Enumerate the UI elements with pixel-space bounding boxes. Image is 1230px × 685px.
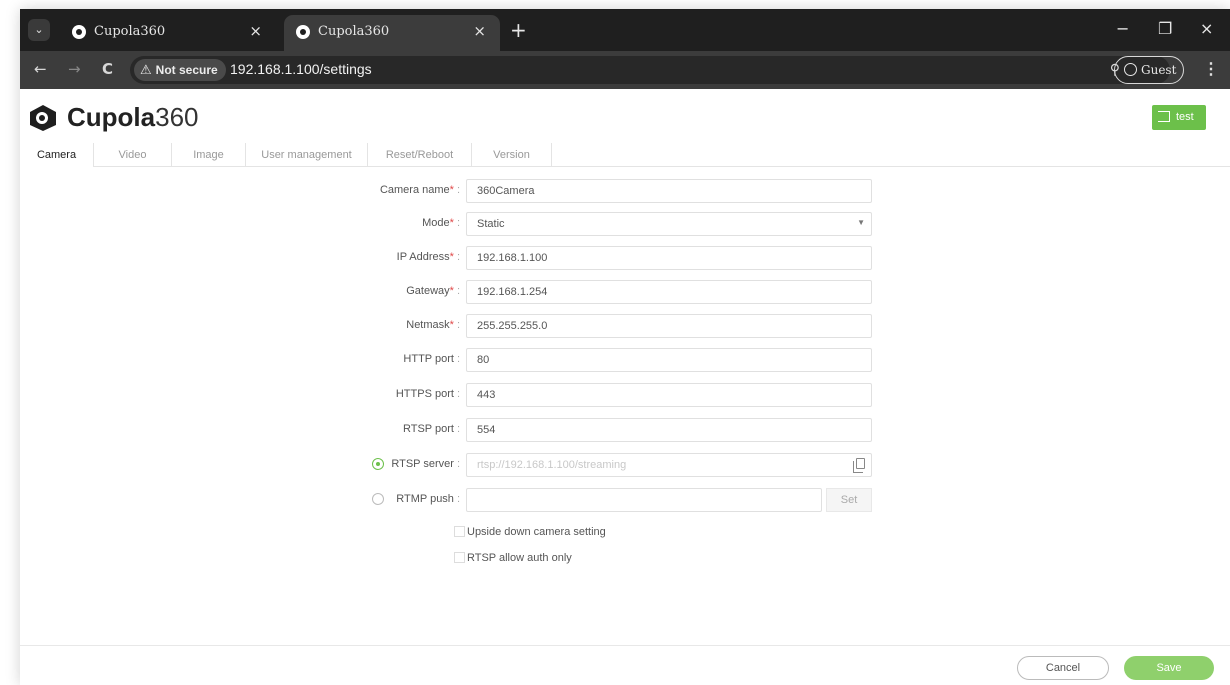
url-text[interactable]: 192.168.1.100/settings (230, 61, 372, 77)
tab-search-button[interactable]: ⌄ (28, 19, 50, 41)
security-chip[interactable]: ⚠ Not secure (134, 59, 226, 81)
tab-video[interactable]: Video (94, 143, 172, 167)
gateway-row: Gateway*: 192.168.1.254 (20, 280, 1230, 304)
camera-name-input[interactable]: 360Camera (466, 179, 872, 203)
netmask-input[interactable]: 255.255.255.0 (466, 314, 872, 338)
address-bar[interactable]: ⚠ Not secure 192.168.1.100/settings ⚲ (130, 56, 1170, 84)
ip-address-input[interactable]: 192.168.1.100 (466, 246, 872, 270)
logout-label: test (1176, 111, 1194, 123)
gateway-label: Gateway*: (406, 285, 460, 297)
cupola-favicon-icon (296, 25, 310, 39)
person-icon (1124, 63, 1137, 76)
cupola-logo-icon (30, 105, 56, 131)
rtmp-set-button[interactable]: Set (826, 488, 872, 512)
browser-window: ⌄ Cupola360 × Cupola360 × + − ❐ × ← → C … (20, 9, 1230, 685)
https-port-input[interactable]: 443 (466, 383, 872, 407)
upside-down-label: Upside down camera setting (467, 526, 606, 538)
browser-toolbar: ← → C ⚠ Not secure 192.168.1.100/settings… (20, 51, 1230, 89)
netmask-label: Netmask*: (406, 319, 460, 331)
rtsp-server-url-field[interactable]: rtsp://192.168.1.100/streaming (466, 453, 872, 477)
browser-tab-2[interactable]: Cupola360 × (284, 15, 500, 51)
mode-row: Mode*: Static ▼ (20, 212, 1230, 236)
https-port-label: HTTPS port: (395, 388, 460, 400)
tab-title: Cupola360 (94, 24, 166, 39)
browser-tab-1[interactable]: Cupola360 × (60, 15, 276, 51)
tab-image[interactable]: Image (172, 143, 246, 167)
rtmp-push-input[interactable] (466, 488, 822, 512)
profile-button[interactable]: Guest (1114, 56, 1184, 84)
chevron-down-icon: ▼ (857, 218, 865, 227)
tab-close-icon[interactable]: × (249, 22, 262, 40)
ip-address-row: IP Address*: 192.168.1.100 (20, 246, 1230, 270)
upside-down-checkbox[interactable] (454, 526, 465, 537)
cancel-button[interactable]: Cancel (1017, 656, 1109, 680)
https-port-row: HTTPS port: 443 (20, 383, 1230, 407)
camera-name-label: Camera name*: (379, 184, 460, 196)
tab-strip: ⌄ Cupola360 × Cupola360 × + − ❐ × (20, 9, 1230, 51)
copy-icon[interactable] (853, 458, 865, 473)
rtsp-auth-checkbox[interactable] (454, 552, 465, 563)
minimize-icon[interactable]: − (1116, 19, 1129, 38)
tab-user-management[interactable]: User management (246, 143, 368, 167)
ip-address-label: IP Address*: (396, 251, 460, 263)
rtmp-push-label: RTMP push: (396, 493, 460, 505)
gateway-input[interactable]: 192.168.1.254 (466, 280, 872, 304)
rtmp-push-radio[interactable] (372, 493, 384, 505)
rtsp-server-url: rtsp://192.168.1.100/streaming (477, 459, 627, 471)
http-port-label: HTTP port: (403, 353, 460, 365)
rtsp-server-radio[interactable] (372, 458, 384, 470)
settings-page: Cupola360 test Camera Video Image User m… (20, 89, 1230, 685)
netmask-row: Netmask*: 255.255.255.0 (20, 314, 1230, 338)
warning-icon: ⚠ (140, 62, 152, 77)
rtsp-port-row: RTSP port: 554 (20, 418, 1230, 442)
profile-label: Guest (1141, 63, 1177, 77)
tab-reset-reboot[interactable]: Reset/Reboot (368, 143, 472, 167)
http-port-input[interactable]: 80 (466, 348, 872, 372)
rtsp-port-input[interactable]: 554 (466, 418, 872, 442)
tab-close-icon[interactable]: × (473, 22, 486, 40)
restore-icon[interactable]: ❐ (1158, 19, 1172, 38)
mode-select[interactable]: Static ▼ (466, 212, 872, 236)
save-button[interactable]: Save (1124, 656, 1214, 680)
brand-name: Cupola360 (67, 102, 199, 132)
form-footer: Cancel Save (20, 645, 1230, 685)
rtsp-server-row: RTSP server: rtsp://192.168.1.100/stream… (20, 453, 1230, 477)
upside-down-option[interactable]: Upside down camera setting (454, 526, 606, 542)
rtmp-push-row: RTMP push: Set (20, 488, 1230, 512)
settings-tabs: Camera Video Image User management Reset… (20, 143, 1230, 167)
forward-icon[interactable]: → (68, 60, 81, 78)
tab-title: Cupola360 (318, 24, 390, 39)
new-tab-button[interactable]: + (510, 18, 527, 42)
rtsp-auth-label: RTSP allow auth only (467, 552, 572, 564)
mode-value: Static (477, 218, 505, 230)
security-label: Not secure (155, 63, 218, 77)
rtsp-server-label: RTSP server: (391, 458, 460, 470)
logout-icon (1158, 111, 1170, 122)
rtsp-port-label: RTSP port: (402, 423, 460, 435)
cupola-favicon-icon (72, 25, 86, 39)
http-port-row: HTTP port: 80 (20, 348, 1230, 372)
back-icon[interactable]: ← (34, 60, 47, 78)
logout-button[interactable]: test (1152, 105, 1206, 130)
tab-version[interactable]: Version (472, 143, 552, 167)
reload-icon[interactable]: C (102, 60, 113, 78)
rtsp-auth-option[interactable]: RTSP allow auth only (454, 552, 572, 568)
browser-menu-icon[interactable]: ⋮ (1203, 59, 1219, 79)
camera-name-row: Camera name*: 360Camera (20, 179, 1230, 203)
mode-label: Mode*: (422, 217, 460, 229)
close-window-icon[interactable]: × (1200, 19, 1213, 38)
tab-camera[interactable]: Camera (20, 143, 94, 167)
